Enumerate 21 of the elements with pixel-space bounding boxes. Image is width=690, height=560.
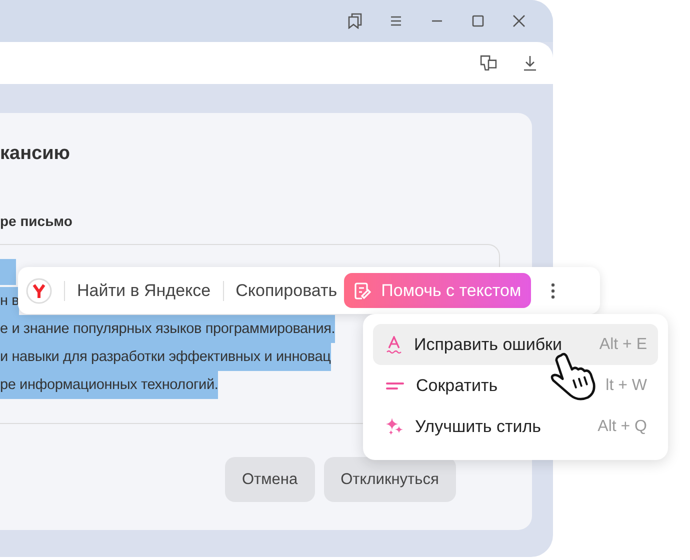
download-icon[interactable] <box>523 55 537 71</box>
sparkles-icon <box>386 418 403 435</box>
selected-text: ре информационных технологий. <box>0 371 218 399</box>
more-icon[interactable] <box>551 282 556 298</box>
copy-button[interactable]: Скопировать <box>236 280 338 300</box>
browser-logo-icon[interactable] <box>26 278 52 304</box>
text-selection <box>0 259 16 285</box>
form-button[interactable]: Откликнуться <box>324 457 456 502</box>
selected-text: е и знание популярных языков программирования. <box>0 315 336 343</box>
spellcheck-icon <box>386 336 402 354</box>
form-button[interactable]: Отмена <box>225 457 315 502</box>
menu-item[interactable]: Исправить ошибки Alt + E <box>373 324 658 365</box>
close-icon[interactable] <box>510 13 526 29</box>
selected-text: и навыки для разработки эффективных и инновац <box>0 343 331 371</box>
maximize-icon[interactable] <box>470 13 486 29</box>
search-button[interactable]: Найти в Яндексе <box>77 280 211 300</box>
field-label: ре письмо <box>0 212 74 230</box>
bookmarks-icon[interactable] <box>346 13 362 29</box>
note-edit-icon <box>354 282 372 300</box>
lines-icon <box>386 382 404 390</box>
form-title: кансию <box>0 142 72 166</box>
